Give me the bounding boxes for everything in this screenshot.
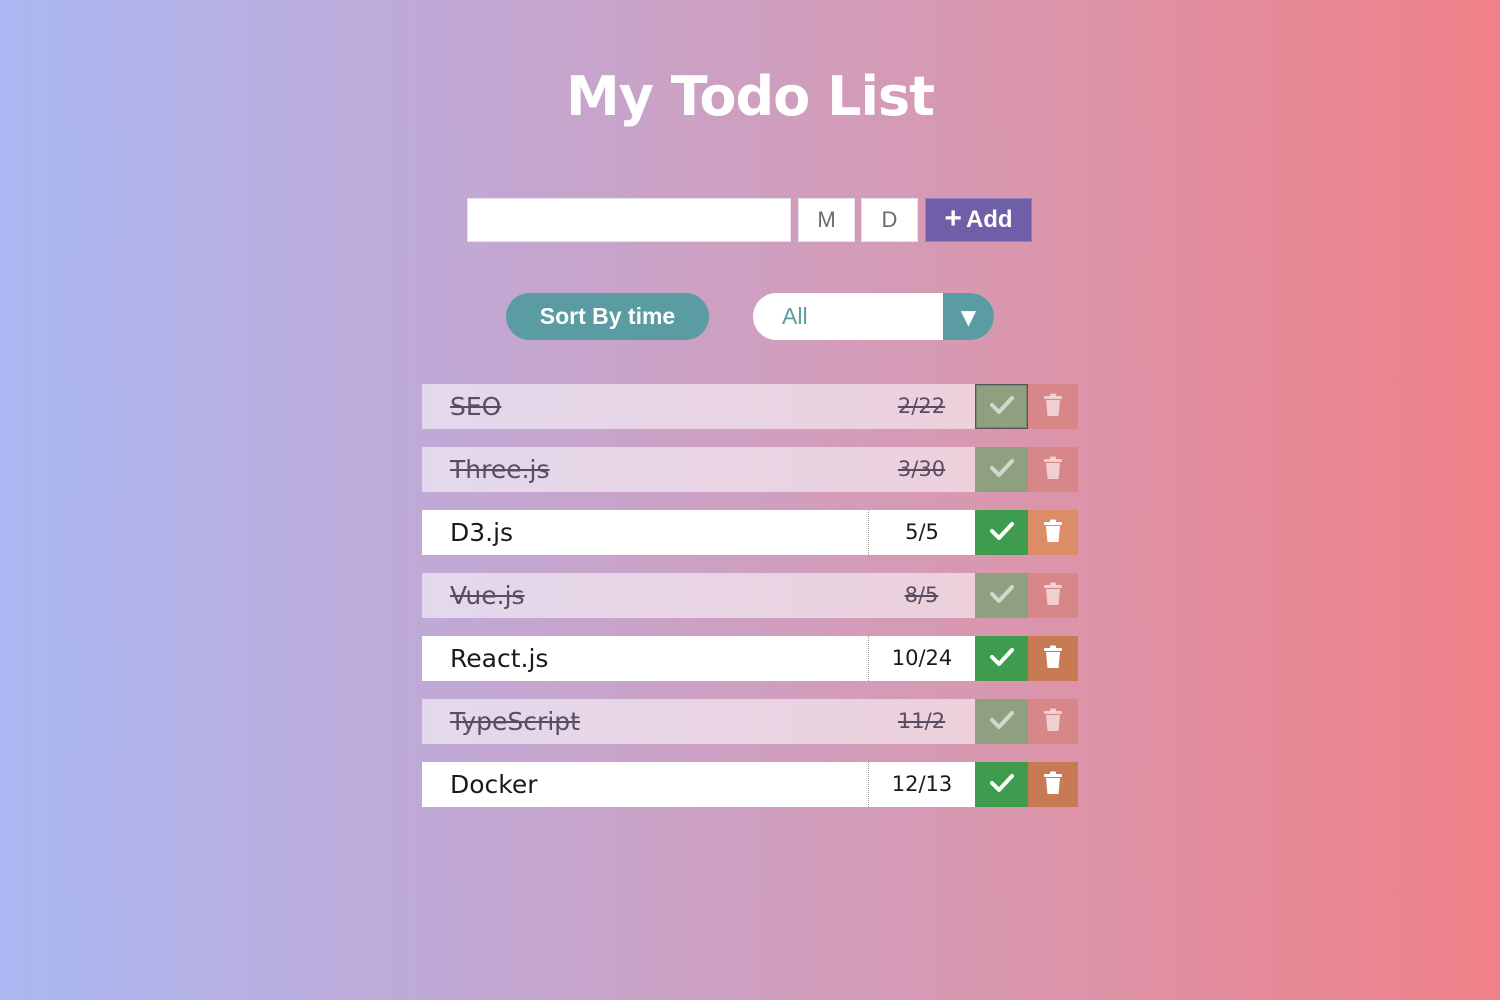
delete-button[interactable] (1028, 573, 1078, 618)
todo-item: SEO 2/22 (422, 384, 1078, 429)
complete-button[interactable] (975, 447, 1028, 492)
check-icon (989, 395, 1014, 419)
day-input[interactable] (861, 198, 918, 242)
month-input[interactable] (798, 198, 855, 242)
todo-item: D3.js 5/5 (422, 510, 1078, 555)
add-button-label: Add (965, 206, 1013, 233)
todo-text: React.js (422, 636, 868, 681)
delete-button[interactable] (1028, 636, 1078, 681)
trash-icon (1043, 645, 1063, 673)
todo-item: Three.js 3/30 (422, 447, 1078, 492)
todo-item: Vue.js 8/5 (422, 573, 1078, 618)
trash-icon (1043, 519, 1063, 547)
complete-button[interactable] (975, 573, 1028, 618)
todo-text: TypeScript (422, 699, 868, 744)
delete-button[interactable] (1028, 447, 1078, 492)
sort-by-time-button[interactable]: Sort By time (506, 293, 709, 340)
todo-text: Docker (422, 762, 868, 807)
todo-date: 5/5 (868, 510, 975, 555)
check-icon (989, 458, 1014, 482)
todo-text: D3.js (422, 510, 868, 555)
trash-icon (1043, 708, 1063, 736)
page-title: My Todo List (566, 65, 935, 128)
todo-text: Vue.js (422, 573, 868, 618)
todo-date: 2/22 (868, 384, 975, 429)
delete-button[interactable] (1028, 699, 1078, 744)
sort-button-label: Sort By time (539, 303, 676, 329)
check-icon (989, 710, 1014, 734)
check-icon (989, 647, 1014, 671)
delete-button[interactable] (1028, 510, 1078, 555)
complete-button[interactable] (975, 699, 1028, 744)
todo-item: Docker 12/13 (422, 762, 1078, 807)
todo-date: 8/5 (868, 573, 975, 618)
filter-selected-value: All (782, 303, 808, 329)
task-input[interactable] (467, 198, 791, 242)
trash-icon (1043, 771, 1063, 799)
todo-date: 12/13 (868, 762, 975, 807)
todo-date: 3/30 (868, 447, 975, 492)
filter-select[interactable]: All ▼ (753, 293, 994, 340)
delete-button[interactable] (1028, 762, 1078, 807)
trash-icon (1043, 393, 1063, 421)
complete-button[interactable] (975, 510, 1028, 555)
complete-button[interactable] (975, 384, 1028, 429)
check-icon (989, 584, 1014, 608)
todo-text: Three.js (422, 447, 868, 492)
check-icon (989, 773, 1014, 797)
todo-item: TypeScript 11/2 (422, 699, 1078, 744)
complete-button[interactable] (975, 636, 1028, 681)
trash-icon (1043, 456, 1063, 484)
add-button[interactable]: + Add (925, 198, 1032, 242)
check-icon (989, 521, 1014, 545)
trash-icon (1043, 582, 1063, 610)
dropdown-arrow-icon[interactable]: ▼ (943, 293, 994, 340)
complete-button[interactable] (975, 762, 1028, 807)
todo-item: React.js 10/24 (422, 636, 1078, 681)
todo-date: 11/2 (868, 699, 975, 744)
plus-icon: + (944, 201, 962, 235)
delete-button[interactable] (1028, 384, 1078, 429)
todo-text: SEO (422, 384, 868, 429)
todo-date: 10/24 (868, 636, 975, 681)
